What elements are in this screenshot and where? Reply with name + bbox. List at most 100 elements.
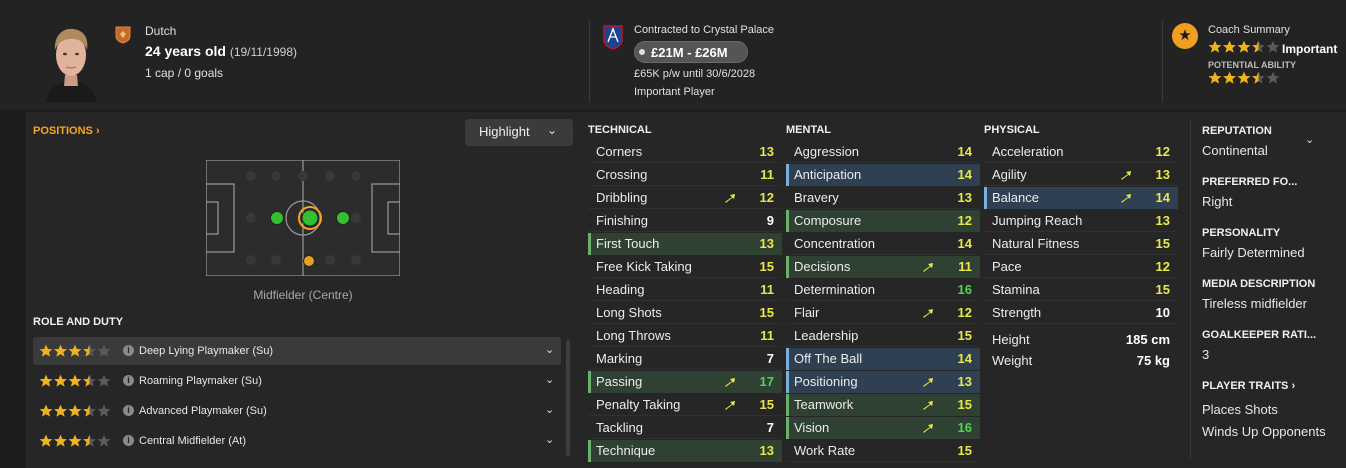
attribute-row-natural-fitness[interactable]: Natural Fitness 15 <box>984 233 1178 255</box>
positions-link[interactable]: POSITIONS › <box>33 125 100 137</box>
attribute-name: Stamina <box>992 282 1040 297</box>
role-row[interactable]: i Central Midfielder (At) ⌄ <box>33 427 561 455</box>
attribute-row-concentration[interactable]: Concentration 14 <box>786 233 980 255</box>
attribute-value: 15 <box>957 328 972 343</box>
attribute-value: 13 <box>957 374 972 389</box>
row-separator <box>786 323 980 324</box>
attribute-name: Off The Ball <box>794 351 863 366</box>
highlight-dropdown[interactable]: Highlight ⌄ <box>465 119 573 146</box>
attribute-row-tackling[interactable]: Tackling 7 <box>588 417 782 439</box>
attribute-row-stamina[interactable]: Stamina 15 <box>984 279 1178 301</box>
attribute-value: 13 <box>1155 213 1170 228</box>
attribute-row-leadership[interactable]: Leadership 15 <box>786 325 980 347</box>
attribute-row-penalty-taking[interactable]: Penalty Taking 15 <box>588 394 782 416</box>
attribute-row-first-touch[interactable]: First Touch 13 <box>588 233 782 255</box>
attribute-trend-arrow-icon <box>1121 171 1131 180</box>
row-separator <box>984 323 1178 324</box>
attribute-trend-arrow-icon <box>725 401 735 410</box>
position-dot-dm <box>303 255 315 267</box>
weight-label: Weight <box>992 353 1033 368</box>
attribute-row-heading[interactable]: Heading 11 <box>588 279 782 301</box>
star-icon <box>1266 40 1280 53</box>
attribute-value: 7 <box>766 420 774 435</box>
attribute-row-finishing[interactable]: Finishing 9 <box>588 210 782 232</box>
attribute-row-composure[interactable]: Composure 12 <box>786 210 980 232</box>
role-row[interactable]: i Deep Lying Playmaker (Su) ⌄ <box>33 337 561 365</box>
player-traits-link[interactable]: PLAYER TRAITS › <box>1202 380 1295 392</box>
attribute-row-acceleration[interactable]: Acceleration 12 <box>984 141 1178 163</box>
header-divider <box>589 20 590 102</box>
attribute-row-off-the-ball[interactable]: Off The Ball 14 <box>786 348 980 370</box>
attribute-row-bravery[interactable]: Bravery 13 <box>786 187 980 209</box>
row-separator <box>786 208 980 209</box>
attribute-row-strength[interactable]: Strength 10 <box>984 302 1178 324</box>
physical-title: PHYSICAL <box>984 124 1040 136</box>
roles-scrollbar[interactable] <box>566 340 570 456</box>
attribute-row-positioning[interactable]: Positioning 13 <box>786 371 980 393</box>
transfer-value-pill[interactable]: £21M - £26M <box>634 41 748 63</box>
attribute-row-balance[interactable]: Balance 14 <box>984 187 1178 209</box>
attribute-row-corners[interactable]: Corners 13 <box>588 141 782 163</box>
info-icon[interactable]: i <box>123 405 134 416</box>
attribute-name: Positioning <box>794 374 858 389</box>
attribute-row-teamwork[interactable]: Teamwork 15 <box>786 394 980 416</box>
attribute-value: 13 <box>1155 167 1170 182</box>
age-text: 24 years old <box>145 43 226 59</box>
chevron-down-icon[interactable]: ⌄ <box>1305 133 1314 146</box>
role-row[interactable]: i Advanced Playmaker (Su) ⌄ <box>33 397 561 425</box>
player-trait[interactable]: Winds Up Opponents <box>1202 424 1326 439</box>
attribute-row-long-shots[interactable]: Long Shots 15 <box>588 302 782 324</box>
attribute-row-dribbling[interactable]: Dribbling 12 <box>588 187 782 209</box>
attribute-row-determination[interactable]: Determination 16 <box>786 279 980 301</box>
star-icon <box>1252 40 1265 53</box>
chevron-down-icon[interactable]: ⌄ <box>545 343 554 356</box>
potential-ability-stars <box>1208 71 1282 85</box>
attribute-value: 15 <box>759 259 774 274</box>
attribute-value: 16 <box>957 282 972 297</box>
highlight-bar <box>984 187 987 209</box>
info-icon[interactable]: i <box>123 375 134 386</box>
attribute-value: 16 <box>957 420 972 435</box>
star-icon <box>54 344 67 357</box>
highlight-bar <box>786 210 789 232</box>
attribute-row-flair[interactable]: Flair 12 <box>786 302 980 324</box>
attribute-row-jumping-reach[interactable]: Jumping Reach 13 <box>984 210 1178 232</box>
attribute-row-anticipation[interactable]: Anticipation 14 <box>786 164 980 186</box>
attribute-name: Composure <box>794 213 862 228</box>
role-row[interactable]: i Roaming Playmaker (Su) ⌄ <box>33 367 561 395</box>
attribute-name: First Touch <box>596 236 660 251</box>
attribute-row-free-kick-taking[interactable]: Free Kick Taking 15 <box>588 256 782 278</box>
info-icon[interactable]: i <box>123 435 134 446</box>
attribute-row-technique[interactable]: Technique 13 <box>588 440 782 462</box>
info-icon[interactable]: i <box>123 345 134 356</box>
attribute-row-agility[interactable]: Agility 13 <box>984 164 1178 186</box>
attribute-row-aggression[interactable]: Aggression 14 <box>786 141 980 163</box>
chevron-down-icon[interactable]: ⌄ <box>545 403 554 416</box>
potential-ability-label: POTENTIAL ABILITY <box>1208 60 1297 70</box>
attribute-row-work-rate[interactable]: Work Rate 15 <box>786 440 980 462</box>
contract-club[interactable]: Contracted to Crystal Palace <box>634 24 774 36</box>
attribute-row-vision[interactable]: Vision 16 <box>786 417 980 439</box>
attribute-row-marking[interactable]: Marking 7 <box>588 348 782 370</box>
sidebar-title: GOALKEEPER RATI... <box>1202 329 1317 341</box>
height-row: Height 185 cm <box>984 329 1178 351</box>
chevron-down-icon[interactable]: ⌄ <box>545 373 554 386</box>
player-trait[interactable]: Places Shots <box>1202 402 1278 417</box>
chevron-down-icon[interactable]: ⌄ <box>545 433 554 446</box>
club-badge-icon[interactable] <box>602 24 624 50</box>
attribute-name: Tackling <box>596 420 643 435</box>
attribute-row-passing[interactable]: Passing 17 <box>588 371 782 393</box>
star-icon <box>39 344 53 357</box>
sidebar-value: Continental <box>1202 143 1268 158</box>
player-avatar <box>46 28 96 102</box>
attribute-row-crossing[interactable]: Crossing 11 <box>588 164 782 186</box>
international-caps[interactable]: 1 cap / 0 goals <box>145 66 223 80</box>
mental-title: MENTAL <box>786 124 832 136</box>
row-separator <box>786 461 980 462</box>
attribute-row-pace[interactable]: Pace 12 <box>984 256 1178 278</box>
attribute-trend-arrow-icon <box>923 263 933 272</box>
attribute-row-long-throws[interactable]: Long Throws 11 <box>588 325 782 347</box>
star-icon <box>97 374 111 387</box>
attribute-row-decisions[interactable]: Decisions 11 <box>786 256 980 278</box>
weight-value: 75 kg <box>1136 353 1170 368</box>
